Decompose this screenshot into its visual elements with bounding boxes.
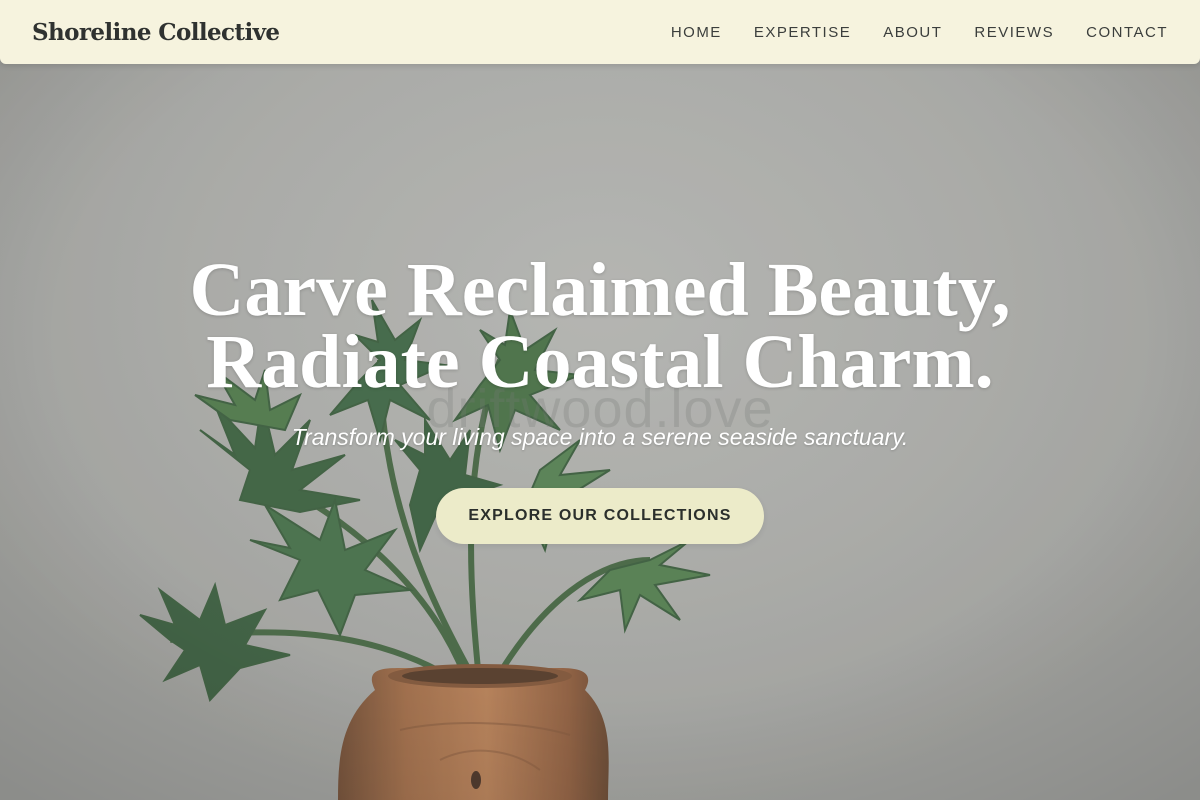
hero-subtitle: Transform your living space into a seren… — [291, 424, 909, 450]
nav-link-reviews[interactable]: REVIEWS — [974, 24, 1054, 41]
top-navigation-bar: Shoreline Collective HOME EXPERTISE ABOU… — [0, 0, 1200, 64]
brand-logo[interactable]: Shoreline Collective — [32, 19, 280, 46]
explore-collections-button[interactable]: EXPLORE OUR COLLECTIONS — [436, 488, 764, 544]
nav-link-home[interactable]: HOME — [671, 24, 722, 41]
nav-link-contact[interactable]: CONTACT — [1086, 24, 1168, 41]
hero-title: Carve Reclaimed Beauty, Radiate Coastal … — [0, 252, 1200, 400]
nav-menu: HOME EXPERTISE ABOUT REVIEWS CONTACT — [671, 24, 1168, 41]
hero-title-line-2: Radiate Coastal Charm. — [206, 320, 994, 404]
nav-link-about[interactable]: ABOUT — [883, 24, 942, 41]
nav-link-expertise[interactable]: EXPERTISE — [754, 24, 851, 41]
